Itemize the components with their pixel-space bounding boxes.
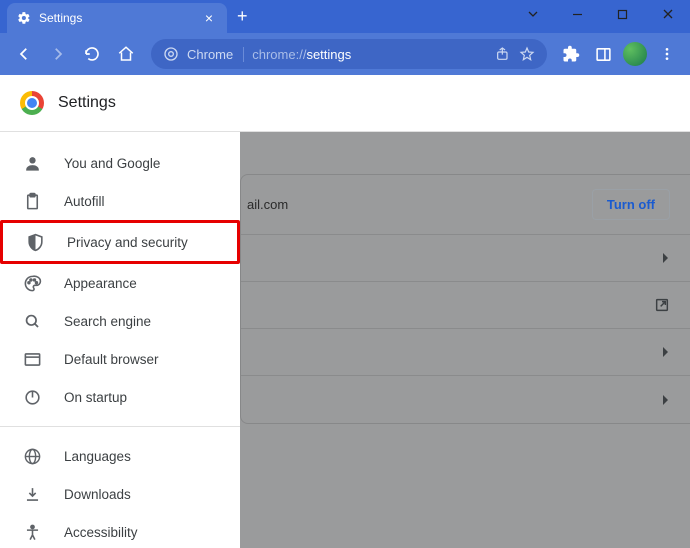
back-button[interactable]	[10, 40, 38, 68]
sidebar-item-appearance[interactable]: Appearance	[0, 264, 240, 302]
browser-toolbar: Chrome chrome://settings	[0, 33, 690, 75]
card-row-4[interactable]	[241, 376, 690, 423]
sidebar-item-label: You and Google	[64, 156, 160, 171]
settings-header: Settings	[0, 75, 690, 132]
gear-icon	[17, 11, 31, 25]
sidebar-item-label: Default browser	[64, 352, 159, 367]
person-icon	[22, 153, 42, 173]
address-url: chrome://settings	[252, 47, 487, 62]
sidebar-item-languages[interactable]: Languages	[0, 437, 240, 475]
address-prefix: Chrome	[187, 47, 244, 62]
tab-close-button[interactable]: ×	[201, 10, 217, 26]
dropdown-caret-icon[interactable]	[510, 0, 555, 28]
close-window-button[interactable]	[645, 0, 690, 28]
settings-main-panel: ail.com Turn off	[240, 75, 690, 548]
download-icon	[22, 484, 42, 504]
chrome-logo-icon	[20, 91, 44, 115]
profile-avatar[interactable]	[622, 41, 648, 67]
extensions-icon[interactable]	[558, 41, 584, 67]
chevron-right-icon	[662, 252, 670, 264]
sidebar-item-label: Appearance	[64, 276, 137, 291]
search-icon	[22, 311, 42, 331]
sidebar-item-label: On startup	[64, 390, 127, 405]
chevron-right-icon	[662, 394, 670, 406]
card-row-3[interactable]	[241, 329, 690, 376]
sidebar-item-label: Languages	[64, 449, 131, 464]
chevron-right-icon	[662, 346, 670, 358]
highlight-annotation: Privacy and security	[0, 220, 240, 264]
chrome-product-icon	[163, 46, 179, 62]
settings-card: ail.com Turn off	[240, 174, 690, 424]
sidebar-item-downloads[interactable]: Downloads	[0, 475, 240, 513]
page-title: Settings	[58, 94, 116, 112]
card-row-1[interactable]	[241, 235, 690, 282]
palette-icon	[22, 273, 42, 293]
reload-button[interactable]	[78, 40, 106, 68]
sidebar-item-label: Search engine	[64, 314, 151, 329]
sidebar-item-you-and-google[interactable]: You and Google	[0, 144, 240, 182]
bookmark-star-icon[interactable]	[519, 46, 535, 62]
browser-window-icon	[22, 349, 42, 369]
home-button[interactable]	[112, 40, 140, 68]
share-icon[interactable]	[495, 46, 511, 62]
globe-icon	[22, 446, 42, 466]
window-titlebar: Settings × +	[0, 0, 690, 33]
sidebar-item-autofill[interactable]: Autofill	[0, 182, 240, 220]
sidebar-item-label: Privacy and security	[67, 235, 188, 250]
sidebar-item-default-browser[interactable]: Default browser	[0, 340, 240, 378]
turn-off-button[interactable]: Turn off	[592, 189, 670, 220]
side-panel-icon[interactable]	[590, 41, 616, 67]
content-area: Settings You and Google Autofill Privacy…	[0, 75, 690, 548]
address-bar[interactable]: Chrome chrome://settings	[151, 39, 547, 69]
tab-title: Settings	[39, 11, 193, 25]
settings-sidebar: You and Google Autofill Privacy and secu…	[0, 75, 240, 548]
sidebar-item-label: Autofill	[64, 194, 105, 209]
sidebar-item-label: Accessibility	[64, 525, 138, 540]
card-row-2[interactable]	[241, 282, 690, 329]
power-icon	[22, 387, 42, 407]
forward-button[interactable]	[44, 40, 72, 68]
sidebar-divider	[0, 426, 240, 427]
shield-icon	[25, 232, 45, 252]
sidebar-item-search-engine[interactable]: Search engine	[0, 302, 240, 340]
kebab-menu-icon[interactable]	[654, 41, 680, 67]
sidebar-item-privacy-security[interactable]: Privacy and security	[3, 223, 237, 261]
sidebar-item-on-startup[interactable]: On startup	[0, 378, 240, 416]
sidebar-item-accessibility[interactable]: Accessibility	[0, 513, 240, 548]
account-row: ail.com Turn off	[241, 175, 690, 235]
sidebar-item-label: Downloads	[64, 487, 131, 502]
minimize-button[interactable]	[555, 0, 600, 28]
open-external-icon	[654, 297, 670, 313]
clipboard-icon	[22, 191, 42, 211]
window-controls	[510, 0, 690, 28]
maximize-button[interactable]	[600, 0, 645, 28]
accessibility-icon	[22, 522, 42, 542]
new-tab-button[interactable]: +	[237, 6, 248, 27]
account-email-fragment: ail.com	[247, 197, 288, 212]
browser-tab[interactable]: Settings ×	[7, 3, 227, 33]
